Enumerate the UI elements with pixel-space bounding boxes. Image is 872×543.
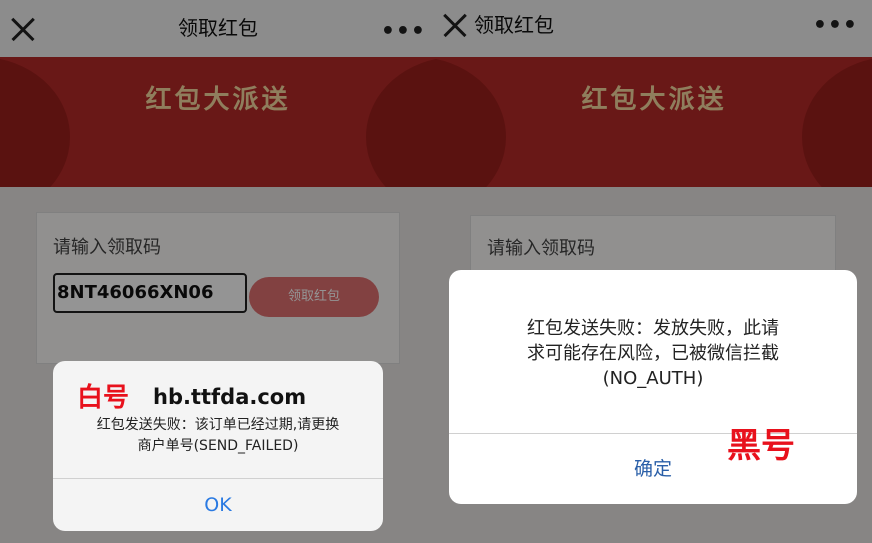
- alert-dialog: 红包发送失败：发放失败，此请 求可能存在风险，已被微信拦截 (NO_AUTH) …: [449, 270, 857, 504]
- confirm-button[interactable]: 确定: [449, 434, 857, 504]
- dialog-domain: hb.ttfda.com: [153, 385, 307, 409]
- account-tag: 白号: [77, 383, 130, 413]
- dialog-message: 红包发送失败：发放失败，此请 求可能存在风险，已被微信拦截 (NO_AUTH): [449, 316, 857, 391]
- dialog-message: 红包发送失败：该订单已经过期,请更换 商户单号(SEND_FAILED): [53, 415, 383, 457]
- alert-dialog: 白号 hb.ttfda.com 红包发送失败：该订单已经过期,请更换 商户单号(…: [53, 361, 383, 531]
- account-tag: 黑号: [727, 426, 795, 466]
- dialog-message-line: (NO_AUTH): [602, 368, 704, 389]
- ok-button[interactable]: OK: [53, 479, 383, 531]
- dialog-message-line: 红包发送失败：该订单已经过期,请更换: [96, 417, 340, 433]
- dialog-message-line: 求可能存在风险，已被微信拦截: [527, 343, 779, 364]
- left-screenshot: 领取红包 ••• 红包大派送 请输入领取码 8NT46066XN06 领取红包 …: [0, 0, 436, 543]
- dialog-message-line: 商户单号(SEND_FAILED): [137, 438, 299, 454]
- right-screenshot: 领取红包 ••• 红包大派送 请输入领取码 红包发送失败：发放失败，此请 求可能…: [436, 0, 872, 543]
- dialog-message-line: 红包发送失败：发放失败，此请: [527, 318, 779, 339]
